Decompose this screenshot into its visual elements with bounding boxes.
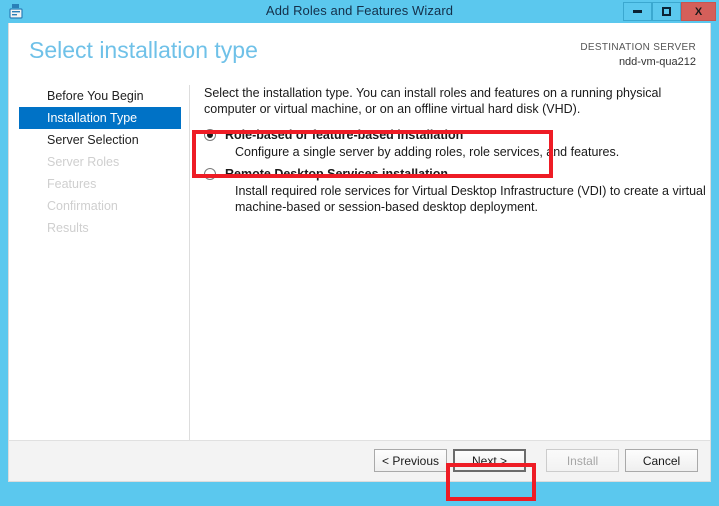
sidebar-item-before-you-begin[interactable]: Before You Begin <box>19 85 181 107</box>
wizard-client-area: Select installation type DESTINATION SER… <box>8 23 711 482</box>
window-title: Add Roles and Features Wizard <box>265 3 454 18</box>
instruction-text: Select the installation type. You can in… <box>204 86 662 116</box>
close-button[interactable]: X <box>681 2 716 21</box>
next-button[interactable]: Next > <box>453 449 526 472</box>
role-based-option-description: Configure a single server by adding role… <box>235 145 620 159</box>
wizard-window: Add Roles and Features Wizard X Select i… <box>0 0 719 506</box>
main-content: Select the installation type. You can in… <box>199 85 706 221</box>
destination-server-label: DESTINATION SERVER <box>580 42 696 53</box>
maximize-icon <box>662 7 671 16</box>
content-divider <box>189 85 190 460</box>
page-title: Select installation type <box>29 37 258 63</box>
sidebar-item-server-roles: Server Roles <box>47 155 120 169</box>
previous-button[interactable]: < Previous <box>374 449 447 472</box>
sidebar-item-confirmation: Confirmation <box>47 199 118 213</box>
sidebar-item-installation-type[interactable]: Installation Type <box>19 107 181 129</box>
wizard-footer: < Previous Next > Install Cancel <box>9 440 710 481</box>
remote-desktop-radio[interactable] <box>204 168 216 180</box>
remote-desktop-option-title[interactable]: Remote Desktop Services installation <box>225 166 704 182</box>
maximize-button[interactable] <box>652 2 681 21</box>
cancel-button[interactable]: Cancel <box>625 449 698 472</box>
remote-desktop-option-description: Install required role services for Virtu… <box>235 184 706 214</box>
title-bar: Add Roles and Features Wizard X <box>0 0 719 23</box>
page-header: Select installation type DESTINATION SER… <box>9 23 710 81</box>
installation-type-radio-group: Role-based or feature-based installation… <box>204 127 706 215</box>
minimize-icon <box>633 10 642 13</box>
sidebar-item-results: Results <box>47 221 89 235</box>
sidebar-item-server-selection[interactable]: Server Selection <box>19 129 181 151</box>
destination-server-name: ndd-vm-qua212 <box>618 56 696 68</box>
role-based-installation-option[interactable]: Role-based or feature-based installation… <box>204 127 704 160</box>
install-button: Install <box>546 449 619 472</box>
footer-button-row: < Previous Next > Install Cancel <box>374 449 698 472</box>
sidebar-item-features: Features <box>47 177 97 191</box>
remote-desktop-services-option[interactable]: Remote Desktop Services installation Ins… <box>204 166 706 215</box>
window-controls: X <box>623 2 716 21</box>
destination-server-block: DESTINATION SERVER ndd-vm-qua212 <box>580 41 696 69</box>
wizard-navigation: Before You Begin Installation Type Serve… <box>9 85 181 460</box>
minimize-button[interactable] <box>623 2 652 21</box>
role-based-radio[interactable] <box>204 129 216 141</box>
role-based-option-title[interactable]: Role-based or feature-based installation <box>225 127 704 143</box>
